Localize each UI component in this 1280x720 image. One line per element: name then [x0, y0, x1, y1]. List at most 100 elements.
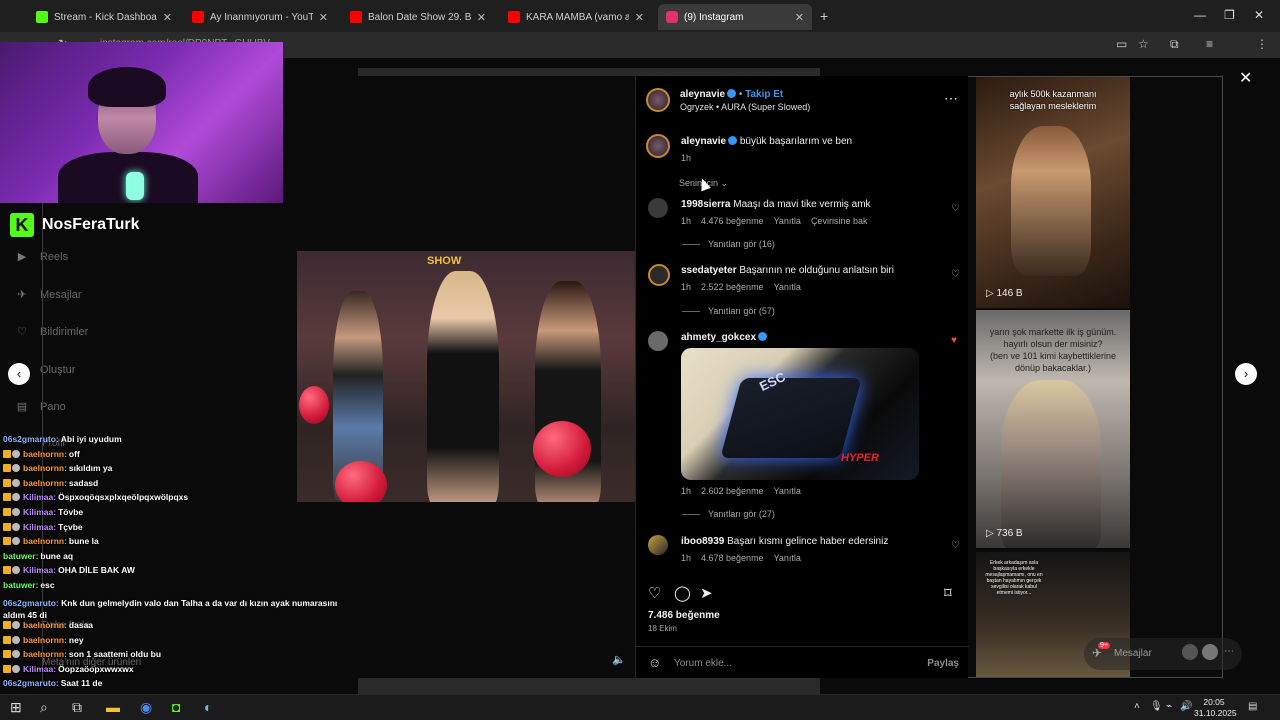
chat-username[interactable]: baelnornn:: [23, 478, 67, 488]
chat-username[interactable]: batuwer:: [3, 551, 38, 561]
reply-button[interactable]: Yanıtla: [774, 282, 801, 292]
messages-pill[interactable]: ✈ 9+ Mesajlar ⋯: [1084, 638, 1242, 670]
next-reel-button[interactable]: ›: [1235, 363, 1257, 385]
task-view-icon[interactable]: ⧉: [72, 699, 82, 716]
reel-video[interactable]: SHOW: [297, 251, 635, 502]
kick-app-icon[interactable]: ◘: [172, 699, 180, 715]
save-bookmark-icon[interactable]: ⌑: [944, 584, 952, 602]
taskbar-clock[interactable]: 20:05 31.10.2025: [1194, 697, 1237, 719]
cast-icon[interactable]: ▭: [1116, 37, 1127, 51]
comment-username[interactable]: 1998sierra: [681, 199, 731, 210]
comment-likes[interactable]: 4.476 beğenme: [701, 216, 764, 226]
like-comment-heart-icon[interactable]: ♡: [951, 269, 960, 280]
chat-username[interactable]: 06s2gmaruto:: [3, 678, 59, 688]
mic-icon[interactable]: 🎙: [1150, 701, 1163, 712]
emoji-icon[interactable]: ☺: [648, 655, 661, 670]
liked-heart-icon[interactable]: ♥: [951, 335, 957, 346]
more-icon[interactable]: ⋯: [1224, 646, 1234, 657]
comment-likes[interactable]: 2.602 beğenme: [701, 486, 764, 496]
chrome-icon[interactable]: ◉: [140, 699, 152, 716]
reply-button[interactable]: Yanıtla: [774, 486, 801, 496]
reply-button[interactable]: Yanıtla: [774, 553, 801, 563]
chat-username[interactable]: baelnornn:: [23, 463, 67, 473]
like-count[interactable]: 7.486 beğenme: [648, 610, 720, 621]
windows-start-icon[interactable]: ⊞: [10, 699, 22, 716]
comment-icon[interactable]: ◯: [674, 584, 691, 602]
close-window-button[interactable]: ✕: [1254, 8, 1264, 22]
comment-username[interactable]: ssedatyeter: [681, 265, 737, 276]
search-icon[interactable]: ⌕: [40, 699, 48, 716]
caption-username[interactable]: aleynavie: [681, 136, 726, 147]
network-icon[interactable]: ⌁: [1166, 701, 1172, 712]
view-replies-button[interactable]: Yanıtları gör (57): [682, 306, 775, 316]
close-tab-icon[interactable]: ✕: [635, 11, 644, 24]
new-tab-button[interactable]: +: [820, 8, 828, 24]
close-tab-icon[interactable]: ✕: [319, 11, 328, 24]
tray-chevron-icon[interactable]: ˄: [1134, 701, 1140, 712]
menu-icon[interactable]: ⋮: [1256, 37, 1268, 51]
sidebar-item-create[interactable]: ⊕Oluştur: [14, 363, 134, 376]
chat-username[interactable]: baelnornn:: [23, 449, 67, 459]
post-comment-button[interactable]: Paylaş: [927, 658, 959, 669]
more-options-icon[interactable]: ⋯: [944, 90, 958, 107]
author-avatar[interactable]: [646, 88, 670, 112]
chat-username[interactable]: Kilimaa:: [23, 492, 56, 502]
close-tab-icon[interactable]: ✕: [477, 11, 486, 24]
reply-button[interactable]: Yanıtla: [774, 216, 801, 226]
chat-username[interactable]: baelnornn:: [23, 649, 67, 659]
chat-username[interactable]: 06s2gmaruto:: [3, 434, 59, 444]
like-heart-icon[interactable]: ♡: [648, 584, 661, 602]
chat-username[interactable]: Kilimaa:: [23, 664, 56, 674]
caption-author-avatar[interactable]: [646, 134, 670, 158]
tab-youtube-1[interactable]: Ay İnanmıyorum - YouTube ✕: [184, 4, 336, 30]
audio-track[interactable]: Ogryzek • AURA (Super Slowed): [680, 102, 810, 112]
sidebar-item-notifications[interactable]: ♡ Bildirimler: [14, 325, 134, 338]
tab-youtube-3[interactable]: KARA MAMBA (vamo alla mix) ✕: [500, 4, 652, 30]
chat-username[interactable]: Kilimaa:: [23, 507, 56, 517]
steam-icon[interactable]: ◐: [204, 699, 212, 715]
view-replies-button[interactable]: Yanıtları gör (16): [682, 239, 775, 249]
close-tab-icon[interactable]: ✕: [795, 11, 804, 24]
chat-username[interactable]: baelnornn:: [23, 536, 67, 546]
add-comment-input[interactable]: Yorum ekle...: [674, 658, 732, 669]
close-tab-icon[interactable]: ✕: [163, 11, 172, 24]
comment-likes[interactable]: 4.678 beğenme: [701, 553, 764, 563]
minimize-button[interactable]: —: [1194, 8, 1206, 22]
notification-icon[interactable]: ▤: [1248, 701, 1257, 712]
extensions-icon[interactable]: ⧉: [1170, 37, 1179, 52]
share-send-icon[interactable]: ➤: [700, 584, 713, 602]
chat-username[interactable]: baelnornn:: [23, 620, 67, 630]
speaker-icon[interactable]: 🔊: [1180, 701, 1192, 712]
like-comment-heart-icon[interactable]: ♡: [951, 203, 960, 214]
volume-icon[interactable]: 🔈: [612, 653, 626, 666]
commenter-avatar[interactable]: [648, 331, 668, 351]
like-comment-heart-icon[interactable]: ♡: [951, 540, 960, 551]
commenter-avatar[interactable]: [648, 535, 668, 555]
close-modal-icon[interactable]: ✕: [1239, 68, 1252, 88]
tab-youtube-2[interactable]: Balon Date Show 29. Bölüm - Y ✕: [342, 4, 494, 30]
bookmark-star-icon[interactable]: ☆: [1138, 37, 1149, 51]
chat-username[interactable]: baelnornn:: [23, 635, 67, 645]
maximize-button[interactable]: ❐: [1224, 8, 1235, 22]
sidebar-item-dashboard[interactable]: ▤ Pano: [14, 400, 134, 413]
comment-username[interactable]: ahmety_gokcex: [681, 332, 756, 343]
chat-username[interactable]: batuwer:: [3, 580, 38, 590]
file-explorer-icon[interactable]: ▬: [106, 699, 120, 715]
commenter-avatar[interactable]: [648, 198, 668, 218]
chat-username[interactable]: 06s2gmaruto:: [3, 598, 61, 608]
previous-reel-button[interactable]: ‹: [8, 363, 30, 385]
sidebar-item-reels[interactable]: ▶ Reels: [14, 250, 134, 263]
translate-button[interactable]: Çevirisine bak: [811, 216, 868, 226]
comment-gif[interactable]: ESC HYPER: [681, 348, 919, 480]
view-replies-button[interactable]: Yanıtları gör (27): [682, 509, 775, 519]
chat-username[interactable]: Kilimaa:: [23, 565, 56, 575]
tab-kick-dashboard[interactable]: Stream - Kick Dashboard ✕: [28, 4, 180, 30]
sidebar-item-messages[interactable]: ✈ Mesajlar: [14, 288, 134, 301]
follow-button[interactable]: Takip Et: [745, 89, 783, 100]
comment-likes[interactable]: 2.522 beğenme: [701, 282, 764, 292]
commenter-avatar[interactable]: [648, 264, 670, 286]
chat-username[interactable]: Kilimaa:: [23, 522, 56, 532]
media-control-icon[interactable]: ≡: [1206, 37, 1213, 51]
author-username[interactable]: aleynavie: [680, 89, 725, 100]
tab-instagram[interactable]: (9) Instagram ✕: [658, 4, 812, 30]
